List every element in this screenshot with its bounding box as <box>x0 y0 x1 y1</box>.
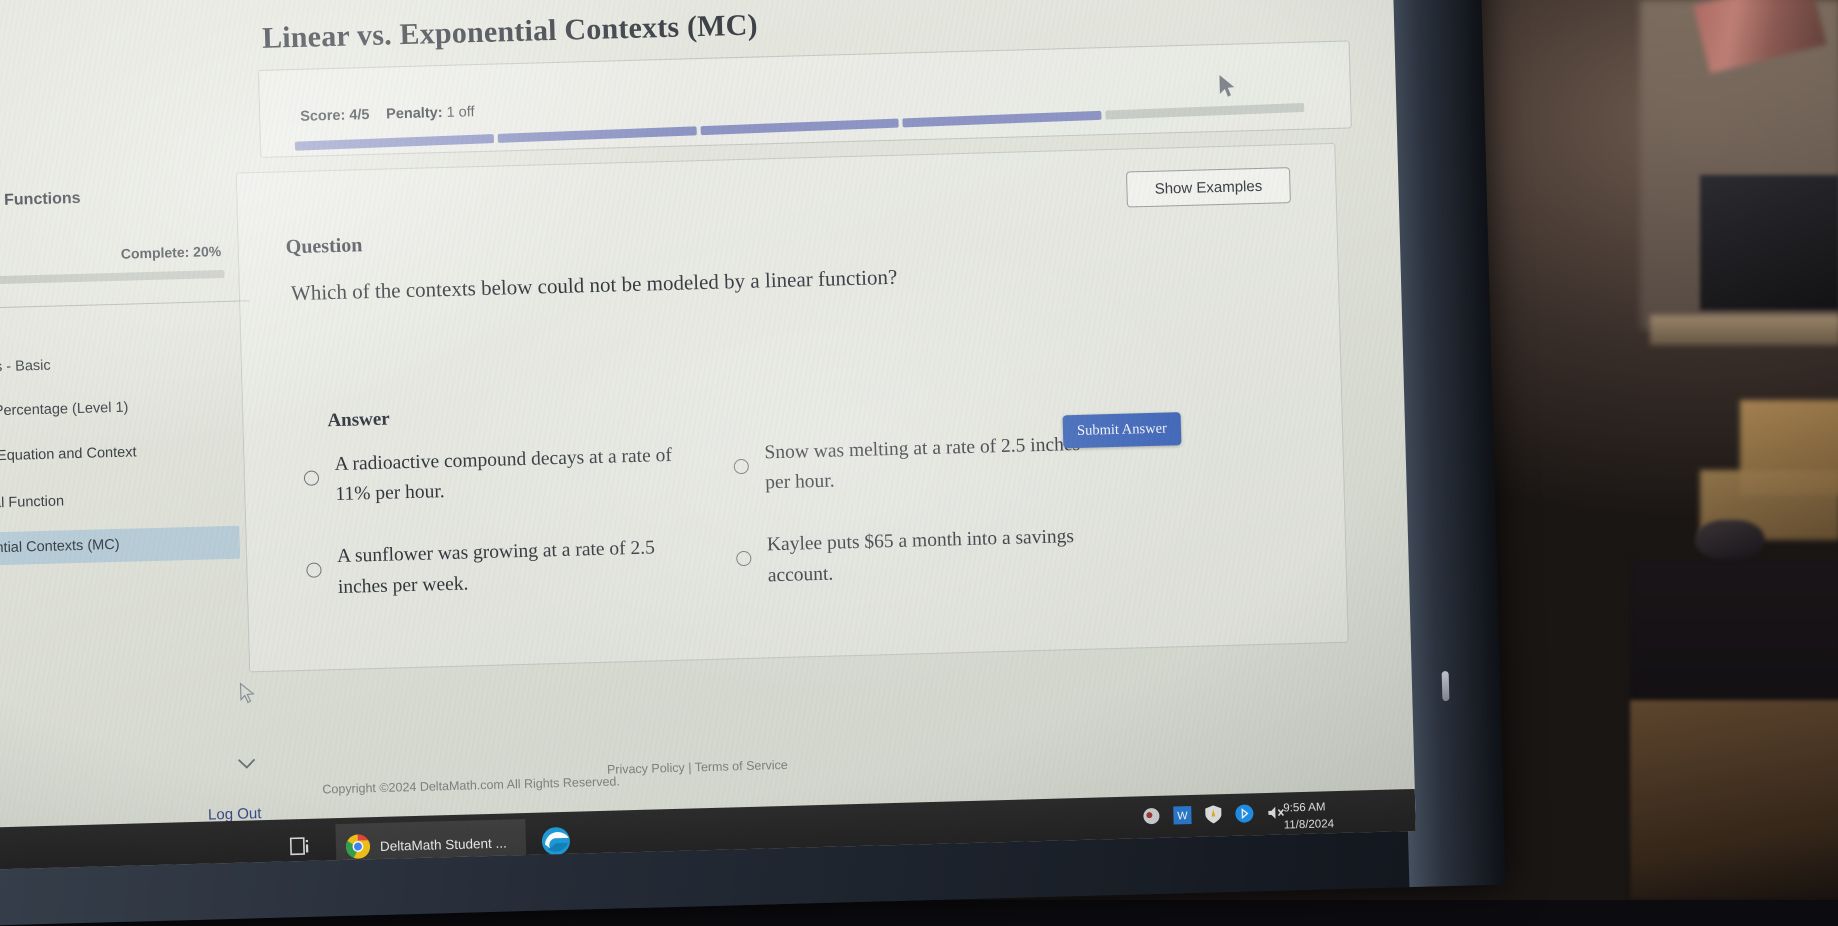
answer-choices: A radioactive compound decays at a rate … <box>303 424 1307 604</box>
deltamath-page: Math me onential Functions Complete: 20%… <box>0 0 1414 848</box>
sidebar-item-1[interactable]: owth/Decay Percentage (Level 1) <box>0 400 129 422</box>
sidebar-item-4-active[interactable]: vs. Exponential Contexts (MC) <box>0 525 241 568</box>
monitor-power-indicator <box>1441 670 1450 702</box>
radio-button-1[interactable] <box>733 458 750 475</box>
svg-text:W: W <box>1177 810 1188 822</box>
tray-security-warning-icon[interactable] <box>1203 804 1224 825</box>
radio-button-0[interactable] <box>303 470 320 486</box>
tray-word-icon[interactable]: W <box>1172 805 1193 826</box>
sidebar-item-0[interactable]: tial Functions - Basic <box>0 358 51 378</box>
show-examples-button[interactable]: Show Examples <box>1125 167 1291 208</box>
tray-app-icon[interactable] <box>1141 806 1162 827</box>
submit-answer-button[interactable]: Submit Answer <box>1062 412 1182 449</box>
clock-time: 9:56 AM <box>1283 801 1326 815</box>
sidebar-item-2[interactable]: Exponential Equation and Context <box>0 444 137 466</box>
room-desk <box>1650 315 1838 345</box>
second-monitor <box>1700 175 1838 310</box>
completion-progress-bar <box>0 269 225 287</box>
page-title: Linear vs. Exponential Contexts (MC) <box>261 8 759 55</box>
chrome-icon <box>345 834 370 859</box>
answer-choice-3-label: Kaylee puts $65 a month into a savings a… <box>766 526 1075 587</box>
answer-choice-1[interactable]: Snow was melting at a rate of 2.5 inches… <box>733 430 1095 500</box>
system-tray: W <box>1141 802 1285 826</box>
sidebar-item-3[interactable]: o Exponential Function <box>0 493 64 513</box>
taskbar-item-chrome-label: DeltaMath Student ... <box>379 835 507 854</box>
monitor-screen: Math me onential Functions Complete: 20%… <box>0 0 1416 870</box>
edge-browser-icon[interactable] <box>538 824 573 859</box>
penalty-text: Penalty: 1 off <box>386 104 475 122</box>
answer-heading: Answer <box>327 408 390 432</box>
radio-button-2[interactable] <box>306 562 322 579</box>
score-text: Score: 4/5 <box>300 107 370 125</box>
penalty-value: 1 off <box>446 104 475 121</box>
score-label: Score: <box>299 107 346 125</box>
answer-choice-0-label: A radioactive compound decays at a rate … <box>334 444 673 506</box>
sidebar-divider <box>0 300 250 311</box>
completion-label: Complete: 20% <box>120 243 222 262</box>
clock-date: 11/8/2024 <box>1283 817 1335 832</box>
question-heading: Question <box>285 234 363 259</box>
computer-mouse <box>1695 520 1765 560</box>
answer-choice-2-label: A sunflower was growing at a rate of 2.5… <box>336 537 656 598</box>
answer-choice-2[interactable]: A sunflower was growing at a rate of 2.5… <box>306 532 707 603</box>
answer-choice-3[interactable]: Kaylee puts $65 a month into a savings a… <box>736 522 1098 592</box>
score-value: 4/5 <box>349 106 370 124</box>
penalty-label: Penalty: <box>385 105 443 123</box>
monitor: Math me onential Functions Complete: 20%… <box>0 0 1506 926</box>
answer-choice-1-label: Snow was melting at a rate of 2.5 inches… <box>764 433 1081 494</box>
answer-choice-0[interactable]: A radioactive compound decays at a rate … <box>303 440 704 511</box>
taskbar-clock[interactable]: 9:56 AM 11/8/2024 <box>1283 799 1334 834</box>
task-view-icon[interactable] <box>289 835 316 860</box>
sidebar-unit-title[interactable]: onential Functions <box>0 190 81 212</box>
wood-surface <box>1630 700 1838 900</box>
main-content: Linear vs. Exponential Contexts (MC) Sco… <box>235 0 1413 802</box>
radio-button-3[interactable] <box>736 551 752 567</box>
chevron-down-icon[interactable] <box>237 757 257 770</box>
sidebar: Math me onential Functions Complete: 20%… <box>0 0 263 848</box>
tray-bluetooth-icon[interactable] <box>1234 803 1255 824</box>
